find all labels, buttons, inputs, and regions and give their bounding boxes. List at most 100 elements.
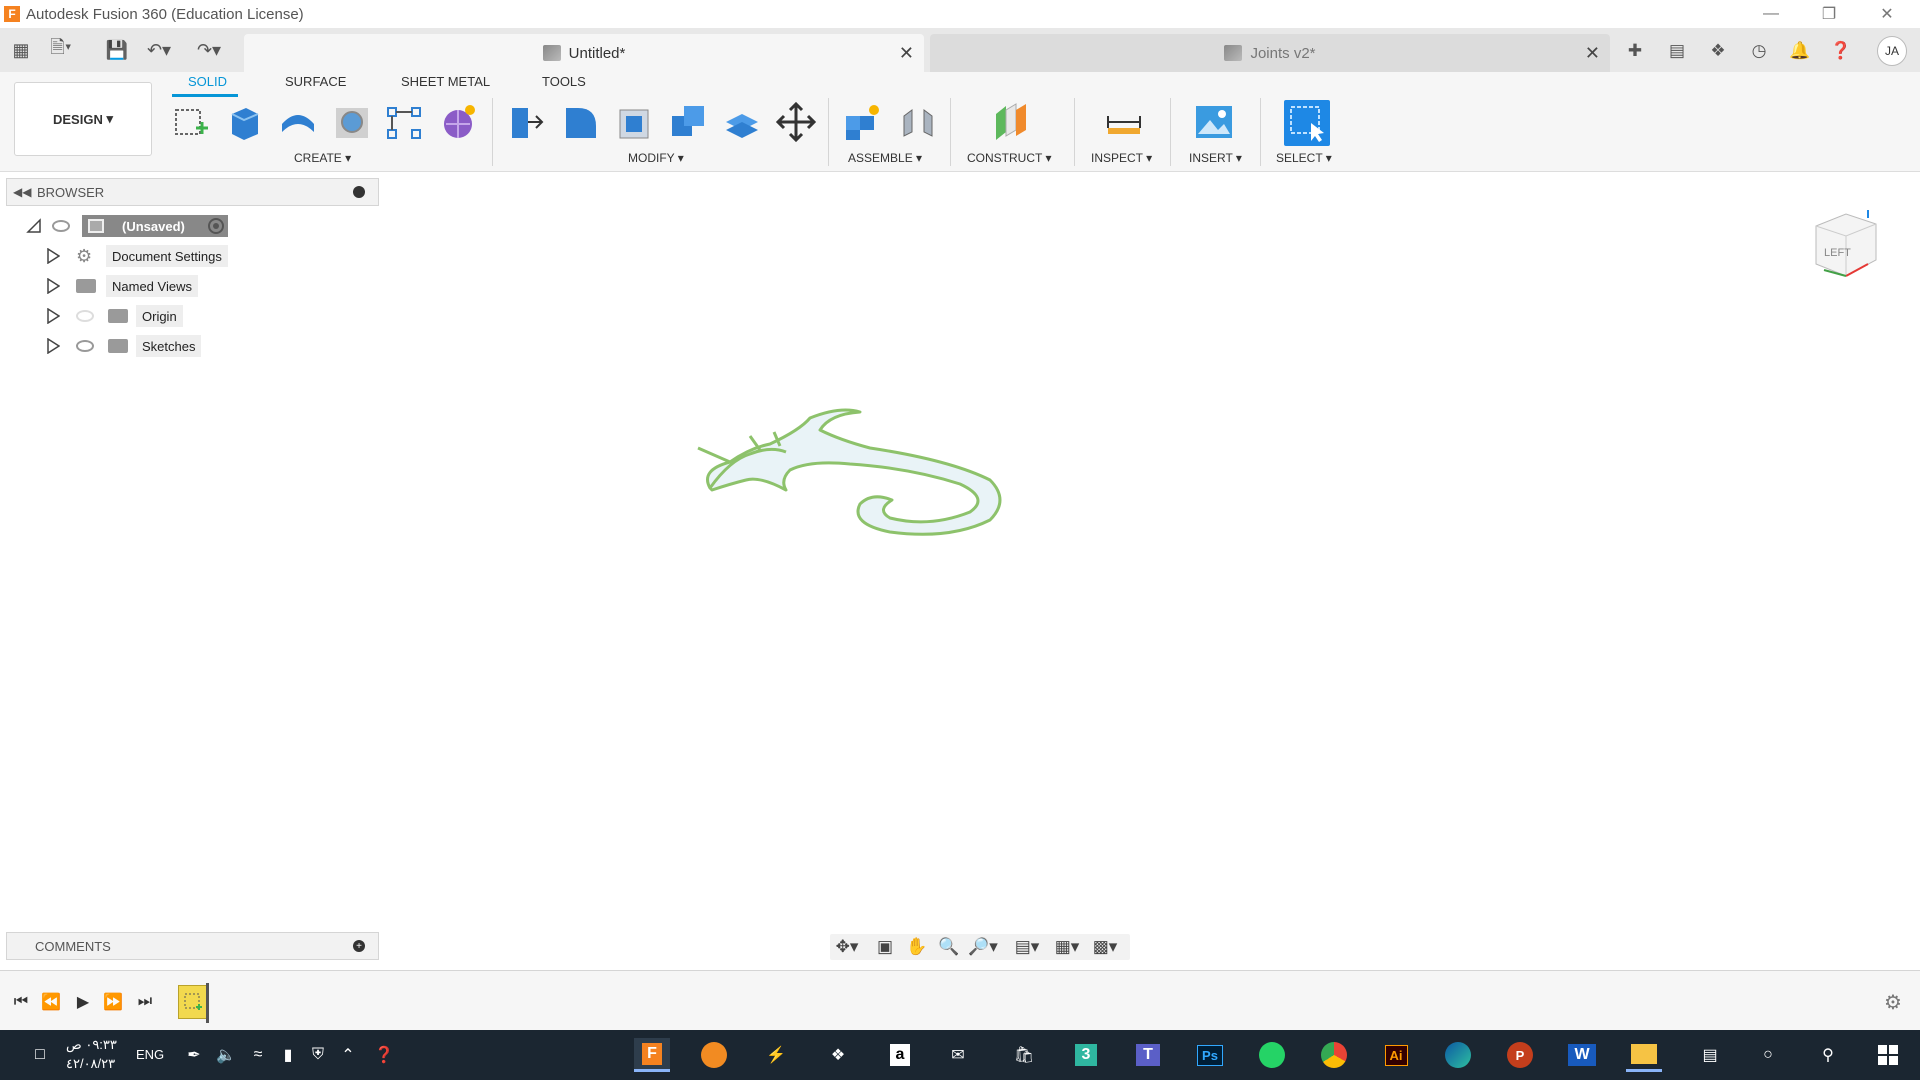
- collapse-browser-icon[interactable]: ◀◀: [13, 185, 31, 199]
- notifications-bell-icon[interactable]: 🔔: [1788, 39, 1812, 63]
- pen-workspace-icon[interactable]: ✒: [176, 1038, 212, 1072]
- word-icon[interactable]: W: [1564, 1038, 1600, 1072]
- sketch-profile[interactable]: [690, 400, 1020, 550]
- hidden-eye-icon[interactable]: [76, 310, 94, 322]
- insert-canvas-icon[interactable]: [1192, 100, 1236, 144]
- insert-group-label[interactable]: INSERT ▾: [1189, 151, 1242, 165]
- save-icon[interactable]: 💾: [104, 38, 130, 62]
- fit-icon[interactable]: 🔎▾: [968, 934, 998, 960]
- search-icon[interactable]: ⚲: [1810, 1038, 1846, 1072]
- pan-hand-icon[interactable]: ✋: [902, 934, 932, 960]
- press-pull-icon[interactable]: [504, 100, 548, 144]
- restore-button[interactable]: ❐: [1800, 0, 1858, 28]
- dropbox-icon[interactable]: ❖: [820, 1038, 856, 1072]
- 3d-app-icon[interactable]: 3: [1068, 1038, 1104, 1072]
- revolve-icon[interactable]: [276, 100, 320, 144]
- powerpoint-icon[interactable]: P: [1502, 1038, 1538, 1072]
- tab-surface[interactable]: SURFACE: [285, 74, 346, 89]
- create-group-label[interactable]: CREATE ▾: [294, 151, 351, 165]
- timeline-sketch-feature[interactable]: [178, 985, 208, 1019]
- browser-item-sketches[interactable]: Sketches: [46, 334, 246, 358]
- illustrator-icon[interactable]: Ai: [1378, 1038, 1414, 1072]
- browser-item-document-settings[interactable]: ⚙ Document Settings: [46, 244, 246, 268]
- timeline-step-forward-icon[interactable]: ⏩: [100, 989, 126, 1015]
- help-icon[interactable]: ❓: [1829, 39, 1853, 63]
- expand-triangle-icon[interactable]: [46, 338, 60, 354]
- cortana-icon[interactable]: ○: [1750, 1038, 1786, 1072]
- move-copy-icon[interactable]: [774, 100, 818, 144]
- data-panel-grid-icon[interactable]: ▦: [8, 38, 34, 62]
- create-sketch-icon[interactable]: [168, 100, 212, 144]
- timeline-start-icon[interactable]: ⏮: [8, 989, 34, 1015]
- language-indicator[interactable]: ENG: [136, 1047, 164, 1062]
- tab-sheet-metal[interactable]: SHEET METAL: [401, 74, 490, 89]
- new-component-icon[interactable]: [840, 100, 884, 144]
- file-menu-icon[interactable]: 🗎▾: [48, 37, 74, 62]
- user-avatar[interactable]: JA: [1877, 36, 1907, 66]
- timeline-step-back-icon[interactable]: ⏪: [38, 989, 64, 1015]
- comments-icon[interactable]: ▤: [1665, 39, 1689, 63]
- combine-icon[interactable]: [666, 100, 710, 144]
- viewports-icon[interactable]: ▩▾: [1090, 934, 1120, 960]
- expand-triangle-icon[interactable]: [46, 308, 60, 324]
- extrude-icon[interactable]: [222, 100, 266, 144]
- offset-face-icon[interactable]: [720, 100, 764, 144]
- chrome-icon[interactable]: [1316, 1038, 1352, 1072]
- browser-item-origin[interactable]: Origin: [46, 304, 246, 328]
- photoshop-icon[interactable]: Ps: [1192, 1038, 1228, 1072]
- timeline-settings-gear-icon[interactable]: ⚙: [1880, 989, 1906, 1015]
- edge-icon[interactable]: [1440, 1038, 1476, 1072]
- timeline-play-icon[interactable]: ▶: [70, 989, 96, 1015]
- comments-panel-header[interactable]: COMMENTS +: [6, 932, 379, 960]
- whatsapp-icon[interactable]: [1254, 1038, 1290, 1072]
- tab-joints-v2[interactable]: Joints v2* ✕: [930, 34, 1610, 72]
- amazon-icon[interactable]: a: [882, 1038, 918, 1072]
- job-status-icon[interactable]: ◷: [1747, 39, 1771, 63]
- offset-plane-icon[interactable]: [990, 100, 1034, 144]
- root-component-label[interactable]: (Unsaved): [82, 215, 228, 237]
- close-tab-icon[interactable]: ✕: [899, 43, 914, 64]
- taskbar-time[interactable]: ٠٩:٣٣ ص: [66, 1037, 117, 1053]
- grid-settings-icon[interactable]: ▦▾: [1052, 934, 1082, 960]
- close-tab-icon[interactable]: ✕: [1585, 43, 1600, 64]
- modify-group-label[interactable]: MODIFY ▾: [628, 151, 684, 165]
- notification-center-icon[interactable]: □: [22, 1038, 58, 1072]
- fillet-icon[interactable]: [558, 100, 602, 144]
- timeline-end-icon[interactable]: ⏭: [132, 989, 158, 1015]
- timeline-marker[interactable]: [206, 983, 209, 1023]
- redo-icon[interactable]: ↷▾: [196, 38, 222, 62]
- help-circle-icon[interactable]: ❓: [366, 1038, 402, 1072]
- select-icon[interactable]: [1284, 100, 1330, 146]
- expand-triangle-icon[interactable]: [46, 248, 60, 264]
- mail-icon[interactable]: ✉: [940, 1038, 976, 1072]
- task-view-icon[interactable]: ▤: [1692, 1038, 1728, 1072]
- minimize-button[interactable]: —: [1742, 0, 1800, 28]
- look-at-icon[interactable]: ▣: [870, 934, 900, 960]
- browser-item-named-views[interactable]: Named Views: [46, 274, 246, 298]
- close-window-button[interactable]: ✕: [1858, 0, 1916, 28]
- visibility-eye-icon[interactable]: [76, 340, 94, 352]
- file-explorer-icon[interactable]: [1626, 1038, 1662, 1072]
- visibility-eye-icon[interactable]: [52, 220, 70, 232]
- select-group-label[interactable]: SELECT ▾: [1276, 151, 1332, 165]
- joint-icon[interactable]: [896, 100, 940, 144]
- workspace-dropdown[interactable]: DESIGN ▾: [14, 82, 152, 156]
- vpn-icon[interactable]: [696, 1038, 732, 1072]
- pattern-icon[interactable]: [382, 100, 426, 144]
- construct-group-label[interactable]: CONSTRUCT ▾: [967, 151, 1051, 165]
- shell-icon[interactable]: [612, 100, 656, 144]
- tab-untitled[interactable]: Untitled* ✕: [244, 34, 924, 72]
- teams-icon[interactable]: T: [1130, 1038, 1166, 1072]
- extensions-icon[interactable]: ❖: [1706, 39, 1730, 63]
- show-hidden-icons-chevron[interactable]: ⌃: [330, 1038, 366, 1072]
- assemble-group-label[interactable]: ASSEMBLE ▾: [848, 151, 922, 165]
- lightning-app-icon[interactable]: ⚡: [758, 1038, 794, 1072]
- tab-solid[interactable]: SOLID: [188, 74, 227, 89]
- store-icon[interactable]: 🛍: [1006, 1038, 1042, 1072]
- zoom-icon[interactable]: 🔍: [934, 934, 964, 960]
- tab-tools[interactable]: TOOLS: [542, 74, 586, 89]
- undo-icon[interactable]: ↶▾: [146, 38, 172, 62]
- add-comment-icon[interactable]: +: [353, 940, 365, 952]
- collapse-triangle-icon[interactable]: [26, 218, 42, 234]
- create-form-icon[interactable]: [436, 100, 480, 144]
